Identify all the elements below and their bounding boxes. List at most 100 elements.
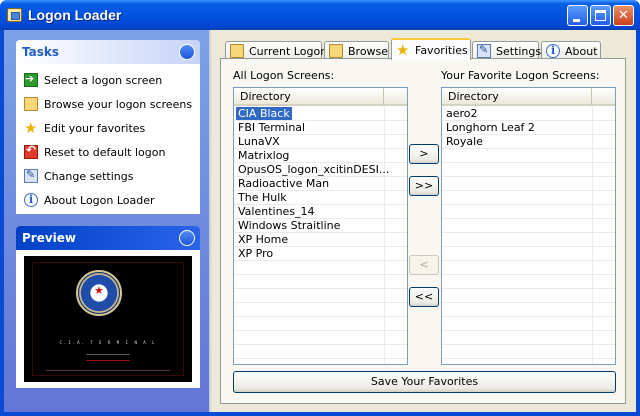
- close-button[interactable]: ✕: [613, 5, 634, 26]
- empty-row: [234, 331, 407, 345]
- task-label: Edit your favorites: [44, 121, 146, 135]
- list-header: Directory: [234, 88, 407, 106]
- tasks-panel-header[interactable]: Tasks: [16, 40, 200, 64]
- list-item[interactable]: Longhorn Leaf 2: [442, 121, 615, 135]
- add-favorite-button[interactable]: >: [409, 144, 439, 164]
- preview-panel-header[interactable]: Preview: [16, 226, 200, 250]
- list-item[interactable]: aero2: [442, 107, 615, 121]
- list-item[interactable]: Valentines_14: [234, 205, 407, 219]
- add-all-favorites-button[interactable]: >>: [409, 176, 439, 196]
- maximize-button[interactable]: [590, 5, 611, 26]
- info-icon: [546, 44, 560, 58]
- empty-row: [442, 233, 615, 247]
- list-item-label: Radioactive Man: [238, 177, 330, 190]
- list-item[interactable]: Royale: [442, 135, 615, 149]
- empty-row: [442, 177, 615, 191]
- minimize-icon: [573, 19, 580, 22]
- collapse-preview-button[interactable]: [179, 230, 195, 246]
- list-item[interactable]: Windows Straitline: [234, 219, 407, 233]
- remove-favorite-button[interactable]: <: [409, 255, 439, 275]
- list-item[interactable]: XP Pro: [234, 247, 407, 261]
- preview-panel: Preview C.I.A. T E R M I N A L: [16, 226, 200, 388]
- favorites-tab-page: All Logon Screens: Your Favorite Logon S…: [220, 58, 626, 404]
- empty-row: [442, 289, 615, 303]
- reset-icon: [24, 143, 38, 159]
- all-screens-label: All Logon Screens:: [233, 69, 335, 82]
- all-screens-rows: CIA Black FBI Terminal LunaVX Matrixlog Opus…: [234, 107, 407, 359]
- list-item-label: Royale: [446, 135, 483, 148]
- empty-row: [442, 275, 615, 289]
- tasks-panel-title: Tasks: [22, 45, 60, 59]
- list-item-label: LunaVX: [238, 135, 280, 148]
- list-item-label: Valentines_14: [238, 205, 315, 218]
- favorite-screens-label: Your Favorite Logon Screens:: [441, 69, 600, 82]
- empty-row: [442, 191, 615, 205]
- info-icon: [24, 193, 38, 207]
- empty-row: [442, 205, 615, 219]
- task-edit-favorites[interactable]: Edit your favorites: [24, 120, 145, 136]
- empty-row: [442, 247, 615, 261]
- settings-icon: [24, 168, 38, 183]
- list-item[interactable]: Matrixlog: [234, 149, 407, 163]
- list-item[interactable]: LunaVX: [234, 135, 407, 149]
- task-reset-default[interactable]: Reset to default logon: [24, 143, 165, 160]
- list-item[interactable]: Radioactive Man: [234, 177, 407, 191]
- tab-label: Favorities: [415, 43, 468, 57]
- list-item[interactable]: FBI Terminal: [234, 121, 407, 135]
- tab-favorities[interactable]: Favorities: [391, 38, 471, 60]
- cia-seal-icon: [76, 270, 122, 316]
- directory-column-header[interactable]: Directory: [234, 88, 384, 106]
- folder-icon: [24, 97, 38, 111]
- empty-row: [234, 275, 407, 289]
- favorite-screens-list[interactable]: Directory aero2 Longhorn Leaf 2 Royale: [441, 87, 616, 365]
- list-item-label: The Hulk: [238, 191, 287, 204]
- empty-row: [442, 261, 615, 275]
- app-icon: [7, 8, 22, 22]
- task-select-logon[interactable]: Select a logon screen: [24, 72, 162, 88]
- preview-password-line: [86, 360, 130, 361]
- list-item-label: OpusOS_logon_xcitinDESI...: [238, 163, 390, 176]
- folder-key-icon: [230, 44, 244, 58]
- task-label: Select a logon screen: [44, 73, 163, 87]
- empty-row: [442, 219, 615, 233]
- collapse-tasks-button[interactable]: [179, 44, 195, 60]
- star-icon: [396, 43, 410, 57]
- task-about[interactable]: About Logon Loader: [24, 192, 155, 208]
- title-bar[interactable]: Logon Loader ✕: [0, 0, 640, 30]
- remove-all-favorites-button[interactable]: <<: [409, 287, 439, 307]
- list-item-label: XP Home: [238, 233, 289, 246]
- list-item[interactable]: The Hulk: [234, 191, 407, 205]
- empty-row: [442, 163, 615, 177]
- task-browse-logons[interactable]: Browse your logon screens: [24, 96, 192, 112]
- green-arrow-icon: [24, 72, 38, 87]
- folder-icon: [329, 44, 343, 58]
- logon-preview-image: C.I.A. T E R M I N A L: [24, 256, 192, 382]
- tab-label: Current Logon: [249, 44, 328, 58]
- directory-column-header[interactable]: Directory: [442, 88, 592, 106]
- list-item[interactable]: XP Home: [234, 233, 407, 247]
- maximize-icon: [595, 10, 606, 21]
- task-label: About Logon Loader: [44, 193, 155, 207]
- preview-panel-title: Preview: [22, 231, 77, 245]
- task-label: Browse your logon screens: [44, 97, 193, 111]
- list-header: Directory: [442, 88, 615, 106]
- preview-user-line: [86, 354, 130, 355]
- list-item-label: CIA Black: [236, 107, 292, 120]
- list-item-label: FBI Terminal: [238, 121, 306, 134]
- tab-label: Settings: [496, 44, 542, 58]
- list-item-label: Windows Straitline: [238, 219, 341, 232]
- window-title: Logon Loader: [28, 7, 122, 23]
- list-item[interactable]: CIA Black: [234, 107, 407, 121]
- empty-row: [234, 345, 407, 359]
- list-item[interactable]: OpusOS_logon_xcitinDESI...: [234, 163, 407, 177]
- empty-row: [442, 317, 615, 331]
- empty-row: [234, 303, 407, 317]
- save-favorites-button[interactable]: Save Your Favorites: [233, 371, 616, 393]
- all-screens-list[interactable]: Directory CIA Black FBI Terminal LunaVX Mat…: [233, 87, 408, 365]
- list-item-label: Matrixlog: [238, 149, 290, 162]
- minimize-button[interactable]: [567, 5, 588, 26]
- tab-label: About: [565, 44, 598, 58]
- task-change-settings[interactable]: Change settings: [24, 168, 133, 184]
- close-icon: ✕: [618, 8, 629, 23]
- list-item-label: XP Pro: [238, 247, 274, 260]
